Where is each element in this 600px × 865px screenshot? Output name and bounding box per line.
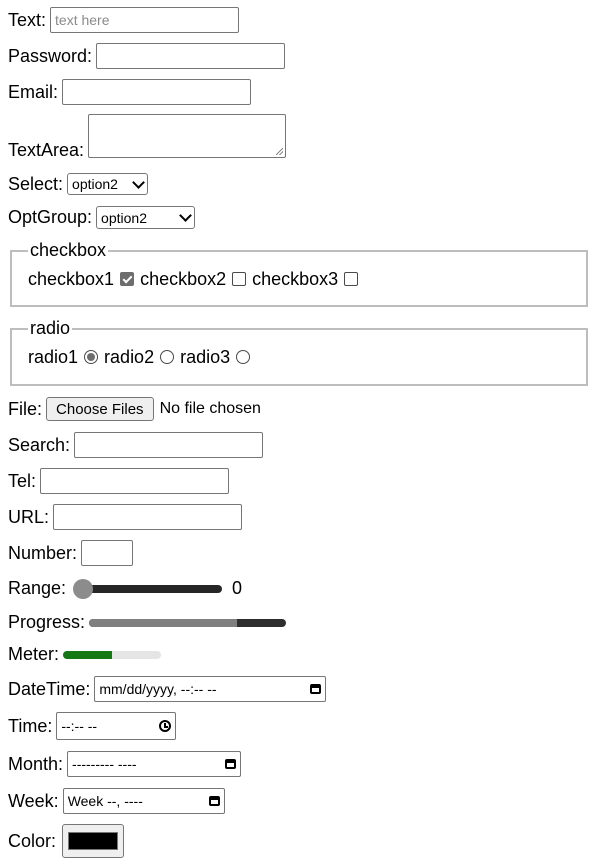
number-label: Number: [8,542,78,563]
meter-label: Meter: [8,644,60,664]
radio-fieldset: radio radio1 radio2 radio3 [10,318,588,386]
select-value: option2 [72,176,118,192]
checkbox3-label: checkbox3 [252,268,339,289]
password-label: Password: [8,45,93,66]
checkbox3-checkbox[interactable] [344,272,359,286]
checkbox2-checkbox[interactable] [232,272,247,286]
color-swatch [68,832,119,850]
checkbox-legend: checkbox [30,240,107,260]
month-label: Month: [8,753,64,774]
progress-row: Progress: [8,612,287,633]
month-input[interactable]: --------- ---- [67,751,242,777]
color-label: Color: [8,830,57,851]
search-row: Search: [8,432,264,458]
radio-legend: radio [30,318,71,338]
calendar-icon[interactable] [225,759,237,769]
meter-row: Meter: [8,644,162,665]
select-dropdown[interactable]: option2 [67,173,149,195]
week-row: Week: Week --, ---- [8,788,225,814]
time-value: --:-- -- [61,718,98,734]
text-row: Text: text here [8,7,240,33]
time-row: Time: --:-- -- [8,712,177,740]
url-row: URL: [8,504,243,530]
month-row: Month: --------- ---- [8,751,242,777]
tel-row: Tel: [8,468,230,494]
datetime-row: DateTime: mm/dd/yyyy, --:-- -- [8,676,327,702]
number-row: Number: [8,540,134,566]
meter-bar [63,650,162,659]
checkbox1-label: checkbox1 [28,268,115,289]
optgroup-label: OptGroup: [8,207,93,227]
clock-icon[interactable] [159,720,172,732]
textarea-label: TextArea: [8,140,85,160]
datetime-input[interactable]: mm/dd/yyyy, --:-- -- [94,676,327,702]
search-input[interactable] [74,432,264,458]
search-label: Search: [8,434,71,455]
optgroup-value: option2 [101,209,147,226]
tel-label: Tel: [8,470,37,491]
checkbox2-label: checkbox2 [140,268,227,289]
week-value: Week --, ---- [67,793,143,809]
datetime-value: mm/dd/yyyy, --:-- -- [99,681,217,697]
email-row: Email: [8,79,252,105]
optgroup-dropdown[interactable]: option2 [96,206,196,229]
number-input[interactable] [81,540,134,566]
textarea-input[interactable] [88,114,287,158]
textarea-row: TextArea: [8,114,287,160]
color-picker[interactable] [62,824,125,858]
radio3-radio[interactable] [236,350,251,364]
progress-bar [89,618,287,627]
time-label: Time: [8,715,53,736]
password-row: Password: [8,43,286,69]
email-input[interactable] [62,79,252,105]
range-thumb[interactable] [73,578,94,599]
optgroup-row: OptGroup: option2 [8,206,196,229]
radio3-label: radio3 [180,346,231,367]
calendar-icon[interactable] [208,796,220,806]
calendar-icon[interactable] [310,684,322,694]
month-value: --------- ---- [72,756,137,772]
range-slider[interactable] [73,578,223,599]
email-label: Email: [8,81,59,102]
checkbox1-checkbox[interactable] [120,272,135,286]
datetime-label: DateTime: [8,678,91,699]
select-row: Select: option2 [8,173,149,195]
chevron-down-icon [179,209,192,222]
radio1-label: radio1 [28,346,79,367]
file-status: No file chosen [159,400,261,417]
radio-list: radio1 radio2 radio3 [28,339,570,375]
progress-fill [89,618,237,627]
select-label: Select: [8,173,64,194]
text-placeholder: text here [55,12,110,28]
file-row: File: Choose Files No file chosen [8,397,261,421]
text-label: Text: [8,9,47,30]
radio2-label: radio2 [104,346,155,367]
resize-handle-icon[interactable] [276,148,284,155]
checkbox-fieldset: checkbox checkbox1 checkbox2 checkbox3 [10,240,588,307]
range-row: Range: 0 [8,578,242,599]
url-label: URL: [8,506,50,527]
tel-input[interactable] [40,468,230,494]
choose-files-button[interactable]: Choose Files [46,397,154,421]
password-input[interactable] [96,43,286,69]
url-input[interactable] [53,504,243,530]
range-value: 0 [232,578,243,598]
file-label: File: [8,398,43,419]
range-label: Range: [8,578,67,598]
color-row: Color: [8,824,125,858]
progress-label: Progress: [8,612,86,632]
week-label: Week: [8,790,59,811]
time-input[interactable]: --:-- -- [56,712,177,740]
radio1-radio[interactable] [84,350,99,364]
radio2-radio[interactable] [160,350,175,364]
meter-fill [63,650,113,659]
week-input[interactable]: Week --, ---- [62,788,225,814]
chevron-down-icon [132,175,145,189]
range-track [74,584,223,593]
text-input[interactable]: text here [50,7,240,33]
checkbox-list: checkbox1 checkbox2 checkbox3 [28,261,570,297]
